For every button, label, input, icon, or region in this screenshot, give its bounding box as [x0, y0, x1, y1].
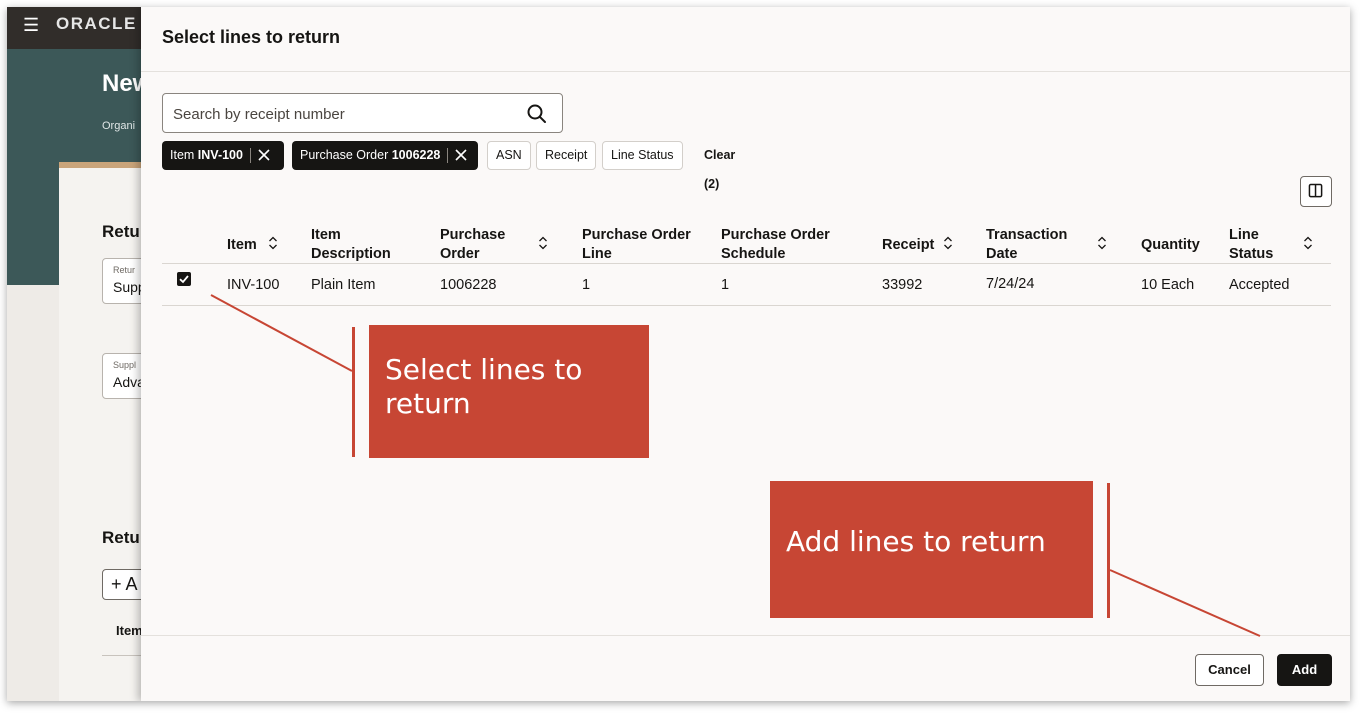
header-label: Receipt — [882, 237, 935, 253]
cell-quantity: 10 Each — [1141, 277, 1195, 293]
header-label: Schedule — [721, 246, 786, 262]
cell-line-status: Accepted — [1229, 277, 1290, 293]
column-header-item-description[interactable]: Item Description — [311, 226, 391, 264]
select-lines-dialog: Select lines to return Item INV-100 Purc… — [141, 7, 1350, 701]
header-label: Quantity — [1141, 237, 1200, 253]
column-header-po-schedule[interactable]: Purchase Order Schedule — [721, 226, 830, 264]
close-icon[interactable] — [257, 148, 271, 162]
search-input[interactable] — [173, 103, 513, 125]
column-header-line-status[interactable]: Line Status — [1229, 226, 1273, 264]
header-label: Purchase Order — [721, 227, 830, 243]
header-label: Order — [440, 246, 480, 262]
column-header-po-line[interactable]: Purchase Order Line — [582, 226, 691, 264]
header-label: Transaction — [986, 227, 1068, 243]
callout-bar — [1107, 483, 1110, 618]
cell-item: INV-100 — [227, 277, 280, 293]
chip-separator — [249, 148, 251, 164]
section-heading: Retu — [102, 222, 140, 241]
divider — [141, 635, 1350, 636]
page-subtitle: Organi — [102, 120, 136, 132]
screen: ☰ ORACLE New Organi Retu Retur Supp Supp… — [7, 7, 1350, 701]
field-label: Retur — [113, 265, 136, 275]
section-heading: Retu — [102, 528, 140, 547]
close-icon[interactable] — [454, 148, 468, 162]
callout-add-lines: Add lines to return — [770, 481, 1093, 618]
cell-transaction-date: 7/24/24 — [986, 276, 1035, 292]
sort-icon[interactable] — [1303, 236, 1313, 250]
purchase-order-filter-chip[interactable]: Purchase Order 1006228 — [292, 141, 478, 170]
manage-columns-button[interactable] — [1300, 176, 1332, 207]
add-button[interactable]: Add — [1277, 654, 1332, 686]
item-filter-chip[interactable]: Item INV-100 — [162, 141, 284, 170]
chip-label: Item — [170, 148, 195, 162]
header-label: Description — [311, 246, 391, 262]
header-label: Purchase — [440, 227, 506, 243]
lines-table: Item Item Description Purchase Order Purch… — [162, 214, 1331, 306]
sort-icon[interactable] — [943, 236, 953, 250]
receipt-filter-button[interactable]: Receipt — [536, 141, 597, 170]
oracle-logo: ORACLE — [56, 14, 137, 33]
column-header: Item — [116, 623, 143, 638]
asn-filter-button[interactable]: ASN — [487, 141, 531, 170]
callout-select-lines: Select lines to return — [369, 325, 649, 458]
checkmark-icon — [179, 275, 189, 284]
column-header-transaction-date[interactable]: Transaction Date — [986, 226, 1067, 264]
chip-value: INV-100 — [197, 148, 243, 162]
header-label: Item — [227, 237, 257, 253]
chip-separator — [447, 148, 449, 164]
field-label: Suppl — [113, 360, 137, 370]
cell-purchase-order: 1006228 — [440, 277, 497, 293]
chip-value: 1006228 — [391, 148, 441, 162]
cell-po-line: 1 — [582, 277, 591, 293]
menu-icon[interactable]: ☰ — [23, 16, 39, 34]
header-label: Line — [1229, 227, 1259, 243]
header-label: Line — [582, 246, 612, 262]
cell-receipt: 33992 — [882, 277, 923, 293]
chip-label: Purchase Order — [300, 148, 389, 162]
column-header-item[interactable]: Item — [227, 236, 257, 255]
column-header-purchase-order[interactable]: Purchase Order — [440, 226, 505, 264]
cancel-button[interactable]: Cancel — [1195, 654, 1264, 686]
callout-bar — [352, 327, 355, 457]
header-label: Purchase Order — [582, 227, 691, 243]
cell-description: Plain Item — [311, 277, 376, 293]
divider — [141, 71, 1350, 72]
row-checkbox[interactable] — [177, 272, 191, 286]
column-header-quantity[interactable]: Quantity — [1141, 236, 1200, 255]
search-icon[interactable] — [526, 103, 548, 125]
header-label: Status — [1229, 246, 1274, 262]
table-header: Item Item Description Purchase Order Purch… — [162, 214, 1331, 264]
cell-po-schedule: 1 — [721, 277, 730, 293]
clear-filters-link[interactable]: Clear (2) — [704, 141, 735, 199]
sort-icon[interactable] — [538, 236, 548, 250]
header-label: Item — [311, 227, 341, 243]
sort-icon[interactable] — [1097, 236, 1107, 250]
header-label: Date — [986, 246, 1018, 262]
line-status-filter-button[interactable]: Line Status — [602, 141, 683, 170]
search-box — [162, 93, 563, 133]
column-header-receipt[interactable]: Receipt — [882, 236, 934, 255]
sort-icon[interactable] — [268, 236, 278, 250]
table-row[interactable]: INV-100 Plain Item 1006228 1 1 33992 7/2… — [162, 264, 1331, 306]
dialog-title: Select lines to return — [162, 27, 341, 47]
columns-icon — [1308, 183, 1323, 198]
